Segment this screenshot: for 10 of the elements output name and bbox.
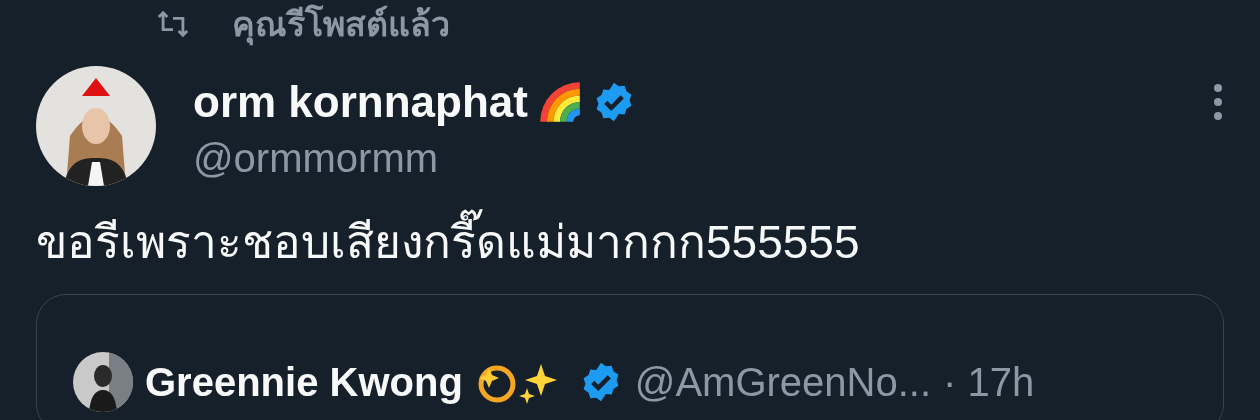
quoted-author-name[interactable]: Greennie Kwong xyxy=(145,359,463,405)
quoted-post-time: · 17h xyxy=(943,359,1035,405)
repost-label: คุณรีโพสต์แล้ว xyxy=(232,0,450,51)
author-name[interactable]: orm kornnaphat xyxy=(193,77,528,127)
more-options-icon[interactable] xyxy=(1212,82,1224,122)
repost-icon xyxy=(156,9,190,39)
rainbow-icon xyxy=(537,80,582,124)
author-handle: @ormmormm xyxy=(193,136,440,181)
quoted-author-handle: @AmGreenNo... xyxy=(634,359,932,405)
quoted-avatar xyxy=(73,352,133,412)
